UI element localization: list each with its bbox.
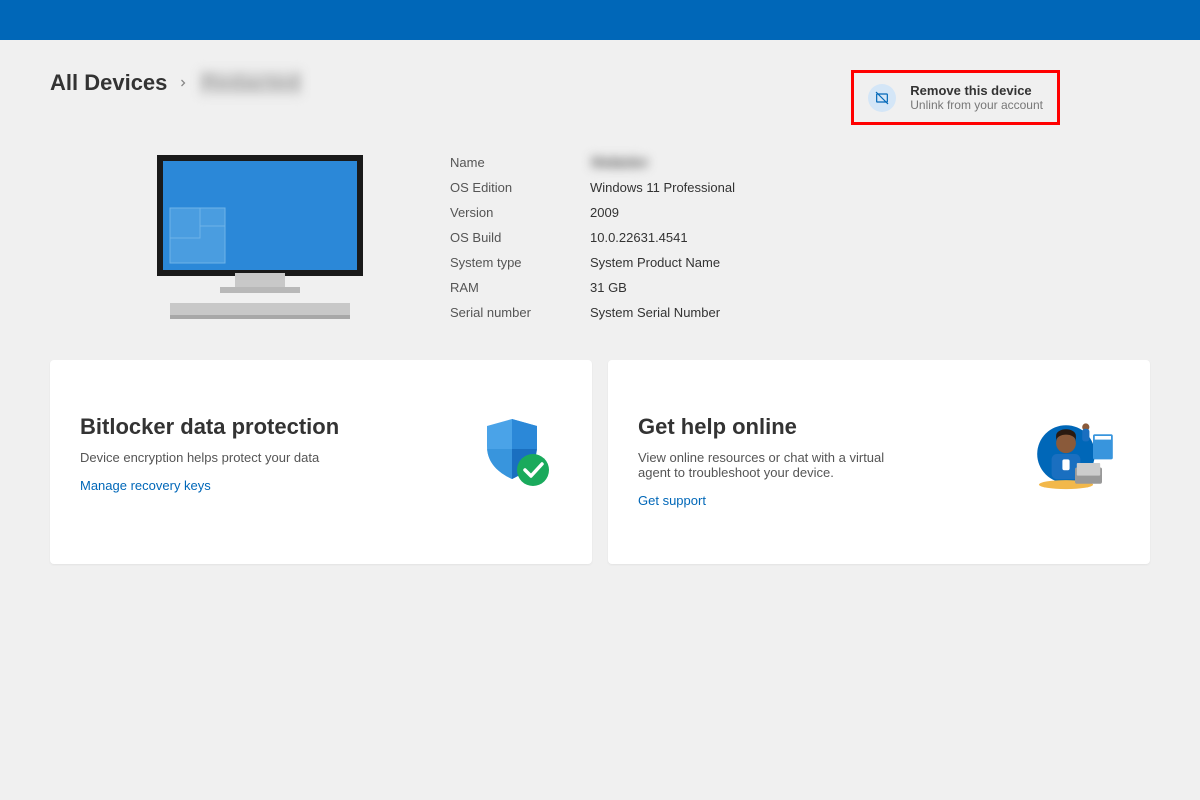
- breadcrumb-row: All Devices Redacted Remove this device …: [50, 70, 1150, 125]
- spec-row-ram: RAM 31 GB: [450, 280, 1090, 295]
- spec-value: System Serial Number: [590, 305, 720, 320]
- remove-device-icon: [868, 84, 896, 112]
- spec-value: Redacted: [590, 155, 640, 169]
- top-banner: [0, 0, 1200, 40]
- spec-row-os: OS Edition Windows 11 Professional: [450, 180, 1090, 195]
- spec-row-systype: System type System Product Name: [450, 255, 1090, 270]
- device-image: [110, 145, 410, 330]
- spec-row-build: OS Build 10.0.22631.4541: [450, 230, 1090, 245]
- card-desc: Device encryption helps protect your dat…: [80, 450, 339, 465]
- shield-check-icon: [472, 414, 562, 494]
- spec-label: OS Edition: [450, 180, 590, 195]
- spec-row-serial: Serial number System Serial Number: [450, 305, 1090, 320]
- spec-label: Version: [450, 205, 590, 220]
- help-card: Get help online View online resources or…: [608, 360, 1150, 564]
- device-overview: Name Redacted OS Edition Windows 11 Prof…: [50, 145, 1150, 330]
- remove-subtitle: Unlink from your account: [910, 98, 1043, 112]
- cards-row: Bitlocker data protection Device encrypt…: [50, 360, 1150, 564]
- chevron-right-icon: [177, 73, 189, 94]
- card-desc: View online resources or chat with a vir…: [638, 450, 918, 480]
- remove-device-button[interactable]: Remove this device Unlink from your acco…: [851, 70, 1060, 125]
- spec-value: 10.0.22631.4541: [590, 230, 688, 245]
- spec-label: Serial number: [450, 305, 590, 320]
- breadcrumb: All Devices Redacted: [50, 70, 302, 96]
- spec-label: System type: [450, 255, 590, 270]
- remove-title: Remove this device: [910, 83, 1043, 98]
- spec-row-name: Name Redacted: [450, 155, 1090, 170]
- spec-value: Windows 11 Professional: [590, 180, 735, 195]
- spec-value: 31 GB: [590, 280, 627, 295]
- spec-label: Name: [450, 155, 590, 170]
- get-support-link[interactable]: Get support: [638, 493, 706, 508]
- breadcrumb-current: Redacted: [199, 70, 302, 96]
- card-text: Bitlocker data protection Device encrypt…: [80, 414, 339, 495]
- main-content: All Devices Redacted Remove this device …: [0, 40, 1200, 594]
- card-title: Bitlocker data protection: [80, 414, 339, 440]
- spec-value: 2009: [590, 205, 619, 220]
- breadcrumb-root[interactable]: All Devices: [50, 70, 167, 96]
- remove-text: Remove this device Unlink from your acco…: [910, 83, 1043, 112]
- spec-value: System Product Name: [590, 255, 720, 270]
- spec-row-version: Version 2009: [450, 205, 1090, 220]
- spec-table: Name Redacted OS Edition Windows 11 Prof…: [450, 145, 1090, 330]
- bitlocker-card: Bitlocker data protection Device encrypt…: [50, 360, 592, 564]
- spec-label: RAM: [450, 280, 590, 295]
- manage-recovery-keys-link[interactable]: Manage recovery keys: [80, 478, 211, 493]
- spec-label: OS Build: [450, 230, 590, 245]
- card-title: Get help online: [638, 414, 918, 440]
- support-agent-icon: [1030, 414, 1120, 494]
- card-text: Get help online View online resources or…: [638, 414, 918, 510]
